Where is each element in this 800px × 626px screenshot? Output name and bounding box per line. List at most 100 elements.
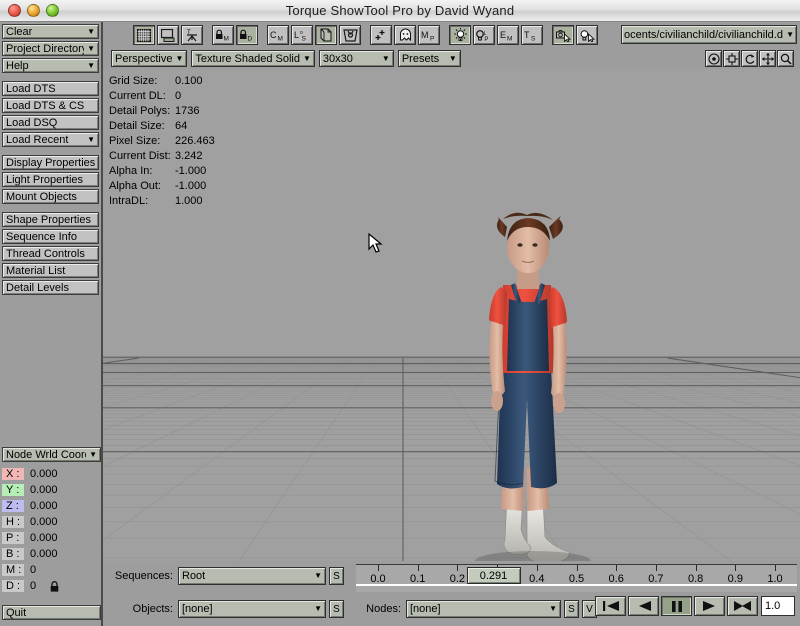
lock-mount-icon[interactable]: M bbox=[212, 25, 234, 45]
sidebar-shape-group: Shape Properties Sequence Info Thread Cont… bbox=[2, 212, 99, 295]
sidebar-item-mount-objects[interactable]: Mount Objects bbox=[2, 189, 99, 204]
view-select-texture-shaded-solid[interactable]: Texture Shaded Solid▼ bbox=[191, 50, 315, 67]
animation-timeline[interactable]: 0.00.10.20.30.40.50.60.70.80.91.00.291 bbox=[356, 564, 797, 592]
add-node-icon[interactable] bbox=[370, 25, 392, 45]
sidebar-item-load-dts[interactable]: Load DTS bbox=[2, 81, 99, 96]
sidebar-item-label: Clear bbox=[6, 26, 84, 38]
sidebar-item-sequence-info[interactable]: Sequence Info bbox=[2, 229, 99, 244]
view-select-perspective[interactable]: Perspective▼ bbox=[111, 50, 187, 67]
point-light-icon[interactable]: LP bbox=[473, 25, 495, 45]
emitter-icon[interactable]: EM bbox=[497, 25, 519, 45]
coordinate-key: P : bbox=[2, 532, 24, 544]
lock-icon[interactable] bbox=[50, 581, 59, 592]
3d-viewport[interactable]: Grid Size:0.100Current DL:0Detail Polys:… bbox=[103, 69, 800, 561]
sidebar-props-group: Display Properties Light Properties Mount … bbox=[2, 155, 99, 204]
threads-icon[interactable]: TS bbox=[521, 25, 543, 45]
sidebar-item-load-dts-cs[interactable]: Load DTS & CS bbox=[2, 98, 99, 113]
viewport-info-value: 64 bbox=[175, 119, 187, 134]
sidebar-item-display-properties[interactable]: Display Properties bbox=[2, 155, 99, 170]
timeline-tick bbox=[696, 565, 697, 571]
viewport-info-key: Current Dist: bbox=[109, 149, 175, 164]
node-coord-mode-select[interactable]: Node Wrld Coord ▼ bbox=[2, 447, 101, 462]
camera-mode-icon[interactable]: CM bbox=[267, 25, 289, 45]
viewport-info-row: Alpha In:-1.000 bbox=[109, 164, 215, 179]
ghost-icon[interactable] bbox=[394, 25, 416, 45]
nodes-solo-button[interactable]: S bbox=[564, 600, 579, 618]
viewport-info-value: 226.463 bbox=[175, 134, 215, 149]
sidebar-item-clear[interactable]: Clear▼ bbox=[2, 24, 99, 39]
bounds-icon[interactable] bbox=[339, 25, 361, 45]
pan-view-icon[interactable] bbox=[759, 50, 776, 67]
timeline-tick-label: 0.6 bbox=[609, 573, 624, 585]
sidebar-item-load-dsq[interactable]: Load DSQ bbox=[2, 115, 99, 130]
light-pick-icon[interactable] bbox=[576, 25, 598, 45]
playback-speed-field[interactable]: 1.0 bbox=[761, 596, 795, 616]
file-path-select[interactable]: ocents/civilianchild/civilianchild.dts ▼ bbox=[621, 25, 797, 44]
objects-solo-button[interactable]: S bbox=[329, 600, 344, 618]
sidebar-item-light-properties[interactable]: Light Properties bbox=[2, 172, 99, 187]
svg-text:S: S bbox=[302, 35, 307, 42]
camera-pick-icon[interactable] bbox=[552, 25, 574, 45]
pause-button[interactable] bbox=[661, 596, 692, 616]
objects-value: [none] bbox=[182, 603, 311, 615]
objects-select[interactable]: [none] ▼ bbox=[178, 600, 326, 618]
look-at-icon[interactable]: LoS bbox=[291, 25, 313, 45]
view-select-presets[interactable]: Presets▼ bbox=[398, 50, 461, 67]
shape-icon[interactable] bbox=[315, 25, 337, 45]
coordinate-value: 0 bbox=[30, 580, 36, 592]
coordinate-key: Z : bbox=[2, 500, 24, 512]
sidebar-item-thread-controls[interactable]: Thread Controls bbox=[2, 246, 99, 261]
chevron-down-icon: ▼ bbox=[89, 451, 97, 459]
sequences-solo-button[interactable]: S bbox=[329, 567, 344, 585]
nodes-solo-label: S bbox=[568, 604, 575, 615]
nodes-select[interactable]: [none] ▼ bbox=[406, 600, 561, 618]
chevron-down-icon: ▼ bbox=[549, 605, 557, 613]
skip-start-button[interactable] bbox=[595, 596, 626, 616]
lock-detail-icon[interactable]: D bbox=[236, 25, 258, 45]
timeline-tick bbox=[656, 565, 657, 571]
sidebar-item-material-list[interactable]: Material List bbox=[2, 263, 99, 278]
material-preview-icon[interactable]: MP bbox=[418, 25, 440, 45]
coordinate-key: X : bbox=[2, 468, 24, 480]
timeline-tick bbox=[577, 565, 578, 571]
sidebar-item-shape-properties[interactable]: Shape Properties bbox=[2, 212, 99, 227]
objects-row: Objects: [none] ▼ S bbox=[105, 598, 344, 620]
view-select-group: Perspective▼Texture Shaded Solid▼30x30▼P… bbox=[111, 50, 465, 67]
rewind-button[interactable] bbox=[628, 596, 659, 616]
svg-text:M: M bbox=[421, 30, 429, 40]
sequences-value: Root bbox=[182, 570, 311, 582]
timeline-tick-label: 0.5 bbox=[569, 573, 584, 585]
view-select-30x30[interactable]: 30x30▼ bbox=[319, 50, 394, 67]
center-view-icon[interactable] bbox=[705, 50, 722, 67]
coordinate-row: M :0 bbox=[2, 562, 101, 578]
sidebar-item-detail-levels[interactable]: Detail Levels bbox=[2, 280, 99, 295]
sidebar-item-label: Light Properties bbox=[6, 174, 95, 186]
tripod-icon[interactable]: T bbox=[181, 25, 203, 45]
application-window: Torque ShowTool Pro by David Wyand Clear… bbox=[0, 0, 800, 626]
fit-view-icon[interactable] bbox=[723, 50, 740, 67]
timeline-tick bbox=[457, 565, 458, 571]
viewport-info-value: 0 bbox=[175, 89, 181, 104]
svg-text:E: E bbox=[500, 30, 506, 40]
timeline-playhead[interactable]: 0.291 bbox=[467, 567, 521, 584]
chevron-down-icon: ▼ bbox=[303, 55, 311, 63]
title-bar: Torque ShowTool Pro by David Wyand bbox=[0, 0, 800, 22]
sidebar-item-project-directory[interactable]: Project Directory▼ bbox=[2, 41, 99, 56]
play-button[interactable] bbox=[694, 596, 725, 616]
sidebar-item-help[interactable]: Help▼ bbox=[2, 58, 99, 73]
fast-forward-button[interactable] bbox=[727, 596, 758, 616]
rotate-view-icon[interactable] bbox=[741, 50, 758, 67]
sidebar-item-load-recent[interactable]: Load Recent▼ bbox=[2, 132, 99, 147]
sidebar-item-label: Detail Levels bbox=[6, 282, 95, 294]
screen-icon[interactable] bbox=[157, 25, 179, 45]
quit-button[interactable]: Quit bbox=[2, 605, 101, 620]
file-path-label: ocents/civilianchild/civilianchild.dts bbox=[624, 29, 783, 41]
view-select-label: Perspective bbox=[115, 53, 172, 65]
grid-toggle-icon[interactable] bbox=[133, 25, 155, 45]
chevron-down-icon: ▼ bbox=[87, 45, 95, 53]
sun-light-icon[interactable] bbox=[449, 25, 471, 45]
svg-text:T: T bbox=[524, 30, 530, 40]
svg-text:L: L bbox=[294, 30, 299, 40]
zoom-view-icon[interactable] bbox=[777, 50, 794, 67]
sequences-select[interactable]: Root ▼ bbox=[178, 567, 326, 585]
